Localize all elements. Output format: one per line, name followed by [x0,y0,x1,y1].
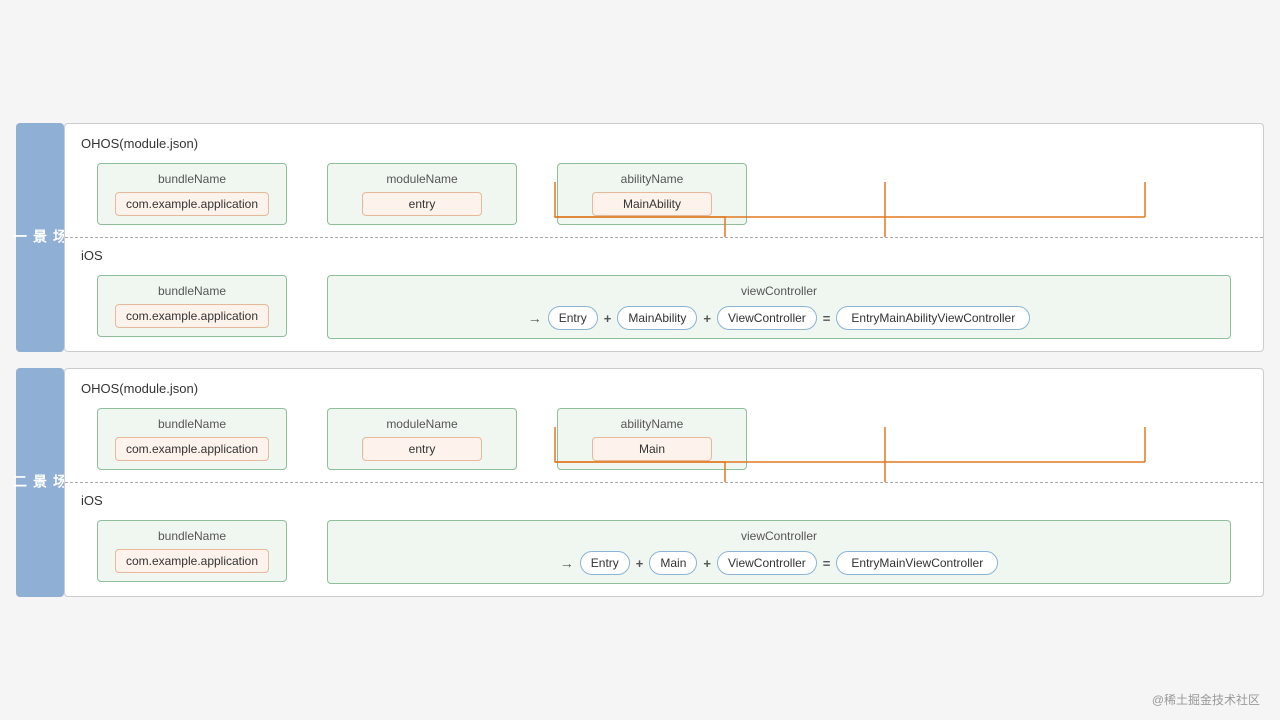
scenario-2-result: EntryMainViewController [836,551,998,575]
scenario-2-vc-formula: → Entry + Main + ViewController = EntryM… [342,551,1216,575]
scenario-1-vc-formula: → Entry + MainAbility + ViewController =… [342,306,1216,330]
scenario-2-vc-box: viewController → Entry + Main + ViewCont… [327,520,1231,584]
scenario-2-ios-bundlename-value: com.example.application [115,549,269,573]
scenario-2-mainability: Main [649,551,697,575]
watermark: @稀土掘金技术社区 [1152,691,1260,708]
scenario-1-label: 场景一 [16,123,64,352]
scenario-1-ios: iOS bundleName com.example.application v… [65,238,1263,351]
scenario-1-mainability: MainAbility [617,306,697,330]
scenario-1-vc-label: viewController [342,284,1216,298]
scenario-1-bundlename-label: bundleName [110,172,274,186]
scenario-2-abilityname-box: abilityName Main [557,408,747,470]
scenario-1-abilityname-label: abilityName [570,172,734,186]
scenario-2-ios-fields: bundleName com.example.application viewC… [81,520,1247,584]
scenario-1-modulename-box: moduleName entry [327,163,517,225]
scenario-1-equals: = [823,311,831,326]
scenario-1-ohos-fields: bundleName com.example.application modul… [81,163,1247,225]
scenario-2-ios-bundlename-label: bundleName [110,529,274,543]
scenario-2-ohos-title: OHOS(module.json) [81,381,1247,396]
scenario-1-modulename-label: moduleName [340,172,504,186]
scenario-2-ios-bundlename-box: bundleName com.example.application [97,520,287,582]
scenario-1-entry: Entry [548,306,598,330]
scenario-2-viewcontroller: ViewController [717,551,817,575]
scenario-2-entry: Entry [580,551,630,575]
scenario-1-abilityname-box: abilityName MainAbility [557,163,747,225]
scenario-2-plus2: + [703,556,711,571]
scenario-2-modulename-box: moduleName entry [327,408,517,470]
scenario-2-ohos: OHOS(module.json) bundleName com.example… [65,369,1263,482]
scenario-2-bundlename-label: bundleName [110,417,274,431]
scenario-2-modulename-value: entry [362,437,482,461]
scenario-1-vc-box: viewController → Entry + MainAbility + V… [327,275,1231,339]
scenario-1-ohos: OHOS(module.json) bundleName com.example… [65,124,1263,237]
scenario-2-ios-title: iOS [81,493,1247,508]
scenario-1-modulename-value: entry [362,192,482,216]
scenario-2-label: 场景二 [16,368,64,597]
scenario-1-ios-bundlename-box: bundleName com.example.application [97,275,287,337]
scenario-1-ios-bundlename-value: com.example.application [115,304,269,328]
scenario-2-equals: = [823,556,831,571]
scenario-2-modulename-label: moduleName [340,417,504,431]
scenario-1-formula-arrow: → [528,310,542,326]
scenario-2-bundlename-box: bundleName com.example.application [97,408,287,470]
scenario-1-bundlename-value: com.example.application [115,192,269,216]
scenario-2-formula-arrow: → [560,555,574,571]
scenario-1-ios-bundlename-label: bundleName [110,284,274,298]
scenario-2-ios: iOS bundleName com.example.application v… [65,483,1263,596]
scenario-1-ios-fields: bundleName com.example.application viewC… [81,275,1247,339]
scenario-1-ohos-title: OHOS(module.json) [81,136,1247,151]
scenario-1-content: OHOS(module.json) bundleName com.example… [64,123,1264,352]
scenario-2-vc-label: viewController [342,529,1216,543]
scenario-1-bundlename-box: bundleName com.example.application [97,163,287,225]
scenario-2-row: 场景二 OHOS(module.json) bundleName com.exa… [16,368,1264,597]
scenario-1-row: 场景一 OHOS(module.json) bundleName com.exa… [16,123,1264,352]
scenario-1-abilityname-value: MainAbility [592,192,712,216]
scenario-2-ohos-fields: bundleName com.example.application modul… [81,408,1247,470]
scenario-1-plus2: + [703,311,711,326]
scenario-1-plus1: + [604,311,612,326]
scenario-2-content: OHOS(module.json) bundleName com.example… [64,368,1264,597]
scenario-2-bundlename-value: com.example.application [115,437,269,461]
scenario-1-ios-title: iOS [81,248,1247,263]
scenario-1-result: EntryMainAbilityViewController [836,306,1030,330]
scenario-2-abilityname-label: abilityName [570,417,734,431]
scenario-2-abilityname-value: Main [592,437,712,461]
scenario-1-viewcontroller: ViewController [717,306,817,330]
scenario-2-plus1: + [636,556,644,571]
